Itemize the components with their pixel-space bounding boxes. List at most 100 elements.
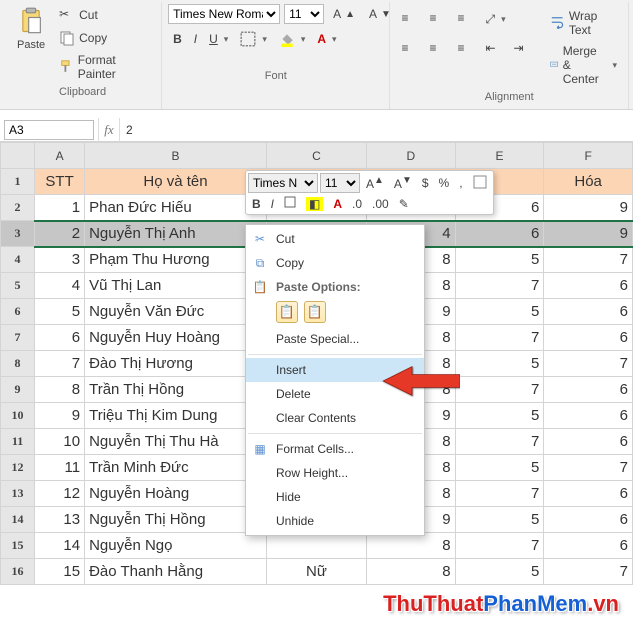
cell[interactable]: 6 bbox=[544, 273, 633, 299]
wrap-text-button[interactable]: Wrap Text bbox=[545, 6, 622, 40]
cell[interactable]: Phan Đức Hiếu bbox=[85, 195, 267, 221]
row-header[interactable]: 13 bbox=[1, 481, 35, 507]
cell[interactable]: 11 bbox=[35, 455, 85, 481]
cell[interactable]: 5 bbox=[35, 299, 85, 325]
cell[interactable]: 6 bbox=[544, 299, 633, 325]
row-header[interactable]: 3 bbox=[1, 221, 35, 247]
cell[interactable]: Hóa bbox=[544, 169, 633, 195]
cell[interactable]: 7 bbox=[455, 533, 544, 559]
row-header[interactable]: 5 bbox=[1, 273, 35, 299]
cell[interactable]: 6 bbox=[455, 221, 544, 247]
mini-font-select[interactable]: Times N bbox=[248, 173, 318, 193]
row-header[interactable]: 8 bbox=[1, 351, 35, 377]
cell[interactable]: Nguyễn Huy Hoàng bbox=[85, 325, 267, 351]
cell[interactable]: Họ và tên bbox=[85, 169, 267, 195]
cell[interactable]: Nguyễn Ngọ bbox=[85, 533, 267, 559]
cell[interactable]: Nữ bbox=[266, 559, 366, 585]
cell[interactable]: Nguyễn Văn Đức bbox=[85, 299, 267, 325]
align-bottom-button[interactable]: ≡ bbox=[452, 8, 478, 30]
cell[interactable]: 6 bbox=[544, 429, 633, 455]
cell[interactable]: 7 bbox=[544, 247, 633, 273]
row-header[interactable]: 9 bbox=[1, 377, 35, 403]
grow-font-button[interactable]: A▲ bbox=[328, 4, 360, 24]
formula-input[interactable]: 2 bbox=[120, 123, 633, 137]
menu-copy[interactable]: ⧉Copy bbox=[246, 251, 424, 275]
cell[interactable]: 10 bbox=[35, 429, 85, 455]
cell[interactable]: 6 bbox=[544, 325, 633, 351]
fx-icon[interactable]: fx bbox=[98, 118, 120, 142]
menu-unhide[interactable]: Unhide bbox=[246, 509, 424, 533]
cell[interactable]: 7 bbox=[455, 377, 544, 403]
cell[interactable]: Phạm Thu Hương bbox=[85, 247, 267, 273]
merge-center-button[interactable]: Merge & Center bbox=[545, 41, 622, 89]
menu-cut[interactable]: ✂Cut bbox=[246, 227, 424, 251]
menu-insert[interactable]: Insert bbox=[246, 358, 424, 382]
orientation-button[interactable]: ⤢ bbox=[480, 8, 510, 30]
cell[interactable]: 8 bbox=[366, 533, 455, 559]
cell[interactable]: 7 bbox=[544, 455, 633, 481]
mini-grow-font[interactable]: A▲ bbox=[362, 174, 388, 192]
cell[interactable]: Nguyễn Hoàng bbox=[85, 481, 267, 507]
row-header[interactable]: 6 bbox=[1, 299, 35, 325]
cell[interactable]: Nguyễn Thị Anh bbox=[85, 221, 267, 247]
indent-inc-button[interactable]: ⇥ bbox=[508, 38, 534, 60]
mini-comma[interactable]: , bbox=[455, 175, 466, 191]
cell[interactable]: 6 bbox=[544, 377, 633, 403]
row-header[interactable]: 4 bbox=[1, 247, 35, 273]
cell[interactable]: 8 bbox=[35, 377, 85, 403]
paste-button[interactable]: Paste bbox=[10, 4, 52, 54]
col-header-A[interactable]: A bbox=[35, 143, 85, 169]
row-header[interactable]: 16 bbox=[1, 559, 35, 585]
cell[interactable]: 7 bbox=[35, 351, 85, 377]
mini-format-painter[interactable]: ✎ bbox=[395, 196, 413, 212]
cell[interactable]: Nguyễn Thị Thu Hà bbox=[85, 429, 267, 455]
menu-hide[interactable]: Hide bbox=[246, 485, 424, 509]
cell[interactable]: 7 bbox=[455, 429, 544, 455]
mini-dec-decimal[interactable]: .0 bbox=[348, 196, 366, 212]
mini-italic[interactable]: I bbox=[267, 196, 278, 212]
cut-button[interactable]: ✂ Cut bbox=[54, 4, 155, 26]
paste-option-values[interactable]: 📋 bbox=[304, 301, 326, 323]
menu-delete[interactable]: Delete bbox=[246, 382, 424, 406]
mini-bold[interactable]: B bbox=[248, 196, 265, 212]
align-center-button[interactable]: ≡ bbox=[424, 38, 450, 60]
cell[interactable]: 5 bbox=[455, 559, 544, 585]
cell[interactable]: 7 bbox=[455, 273, 544, 299]
cell[interactable]: 5 bbox=[455, 507, 544, 533]
cell[interactable]: 12 bbox=[35, 481, 85, 507]
cell[interactable]: 5 bbox=[455, 455, 544, 481]
copy-button[interactable]: Copy bbox=[54, 27, 155, 49]
bold-button[interactable]: B bbox=[168, 28, 187, 50]
cell[interactable]: Trần Thị Hồng bbox=[85, 377, 267, 403]
cell[interactable]: 15 bbox=[35, 559, 85, 585]
cell[interactable]: Nguyễn Thị Hồng bbox=[85, 507, 267, 533]
format-painter-button[interactable]: Format Painter bbox=[54, 50, 155, 84]
mini-currency[interactable]: $ bbox=[418, 175, 433, 191]
cell[interactable]: 3 bbox=[35, 247, 85, 273]
cell[interactable]: Triệu Thị Kim Dung bbox=[85, 403, 267, 429]
cell[interactable]: 5 bbox=[455, 247, 544, 273]
cell[interactable]: Vũ Thị Lan bbox=[85, 273, 267, 299]
cell[interactable]: 6 bbox=[544, 533, 633, 559]
align-top-button[interactable]: ≡ bbox=[396, 8, 422, 30]
cell[interactable]: 8 bbox=[366, 559, 455, 585]
cell[interactable]: 2 bbox=[35, 221, 85, 247]
cell[interactable]: 5 bbox=[455, 299, 544, 325]
mini-shrink-font[interactable]: A▼ bbox=[390, 174, 416, 192]
col-header-D[interactable]: D bbox=[366, 143, 455, 169]
menu-format-cells[interactable]: ▦Format Cells... bbox=[246, 437, 424, 461]
italic-button[interactable]: I bbox=[189, 28, 202, 50]
mini-percent[interactable]: % bbox=[435, 175, 454, 191]
cell[interactable]: 9 bbox=[544, 221, 633, 247]
menu-clear-contents[interactable]: Clear Contents bbox=[246, 406, 424, 430]
mini-size-select[interactable]: 11 bbox=[320, 173, 360, 193]
cell[interactable]: STT bbox=[35, 169, 85, 195]
mini-border[interactable] bbox=[280, 195, 300, 212]
align-right-button[interactable]: ≡ bbox=[452, 38, 478, 60]
cell[interactable]: 6 bbox=[544, 507, 633, 533]
name-box[interactable] bbox=[4, 120, 94, 140]
row-header[interactable]: 1 bbox=[1, 169, 35, 195]
row-header[interactable]: 14 bbox=[1, 507, 35, 533]
select-all-corner[interactable] bbox=[1, 143, 35, 169]
row-header[interactable]: 15 bbox=[1, 533, 35, 559]
